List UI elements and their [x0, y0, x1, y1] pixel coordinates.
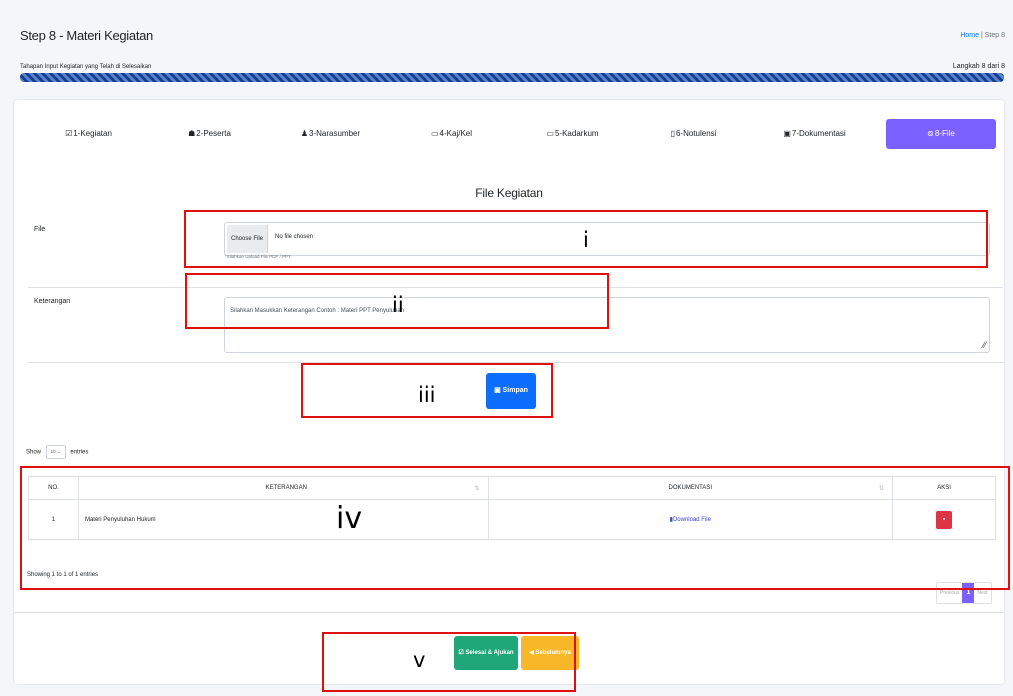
entries-select[interactable]: 10 ⌄	[45, 445, 66, 459]
breadcrumb-home-link[interactable]: Home	[960, 32, 979, 39]
users-icon: ☗	[188, 129, 196, 138]
breadcrumb-current: Step 8	[984, 32, 1005, 39]
tab-label: 1-Kegiatan	[73, 129, 112, 138]
upload-icon: ⊚	[927, 129, 934, 138]
tab-label: 3-Narasumber	[309, 129, 361, 138]
user-icon: ♟	[300, 129, 309, 138]
progress-label: Tahapan Input Kegiatan yang Telah di Sel…	[20, 64, 152, 70]
section-title: File Kegiatan	[475, 186, 543, 200]
annotation-label: iii	[418, 383, 436, 407]
entries-length: Show 10 ⌄ entries	[26, 445, 88, 459]
progress-step-text: Langkah 8 dari 8	[952, 63, 1005, 70]
progress-bar	[20, 73, 1004, 82]
tab-narasumber[interactable]: ♟3-Narasumber	[270, 119, 391, 149]
entries-label: entries	[70, 449, 89, 456]
tab-notulensi[interactable]: ▯6-Notulensi	[633, 119, 754, 149]
tab-dokumentasi[interactable]: ▣7-Dokumentasi	[754, 119, 875, 149]
entries-value: 10	[50, 449, 56, 454]
edit-icon: ☑	[65, 129, 73, 138]
image-icon: ▣	[783, 129, 791, 138]
callout-box	[20, 466, 1010, 590]
tab-kadarkum[interactable]: ▭5-Kadarkum	[512, 119, 633, 149]
tab-peserta[interactable]: ☗2-Peserta	[149, 119, 270, 149]
file-label: File	[34, 226, 46, 233]
step-tabs: ☑1-Kegiatan ☗2-Peserta ♟3-Narasumber ▭4-…	[28, 119, 996, 149]
annotation-label: i	[583, 228, 589, 252]
resize-handle-icon[interactable]: ⁄⁄	[983, 340, 986, 350]
tab-label: 5-Kadarkum	[554, 129, 599, 138]
tab-label: 8-File	[934, 129, 955, 138]
tab-kaj-kel[interactable]: ▭4-Kaj/Kel	[391, 119, 512, 149]
callout-box	[322, 632, 576, 692]
tab-label: 2-Peserta	[196, 129, 231, 138]
tab-label: 6-Notulensi	[675, 129, 717, 138]
breadcrumb: Home | Step 8	[960, 32, 1005, 39]
annotation-label: v	[413, 648, 426, 672]
annotation-label: ii	[392, 293, 404, 317]
annotation-label: iv	[336, 501, 363, 536]
page-title: Step 8 - Materi Kegiatan	[20, 28, 153, 43]
folder-icon: ▭	[546, 129, 554, 138]
breadcrumb-separator: |	[980, 32, 983, 39]
folder-icon: ▭	[430, 129, 439, 138]
tab-label: 4-Kaj/Kel	[439, 129, 473, 138]
file-icon: ▯	[670, 129, 675, 138]
tab-file[interactable]: ⊚8-File	[886, 119, 996, 149]
keterangan-label: Keterangan	[34, 298, 71, 305]
footer-divider	[14, 612, 1004, 613]
progress-fill	[20, 73, 1004, 82]
show-label: Show	[26, 449, 42, 456]
tab-label: 7-Dokumentasi	[791, 129, 846, 138]
tab-kegiatan[interactable]: ☑1-Kegiatan	[28, 119, 149, 149]
